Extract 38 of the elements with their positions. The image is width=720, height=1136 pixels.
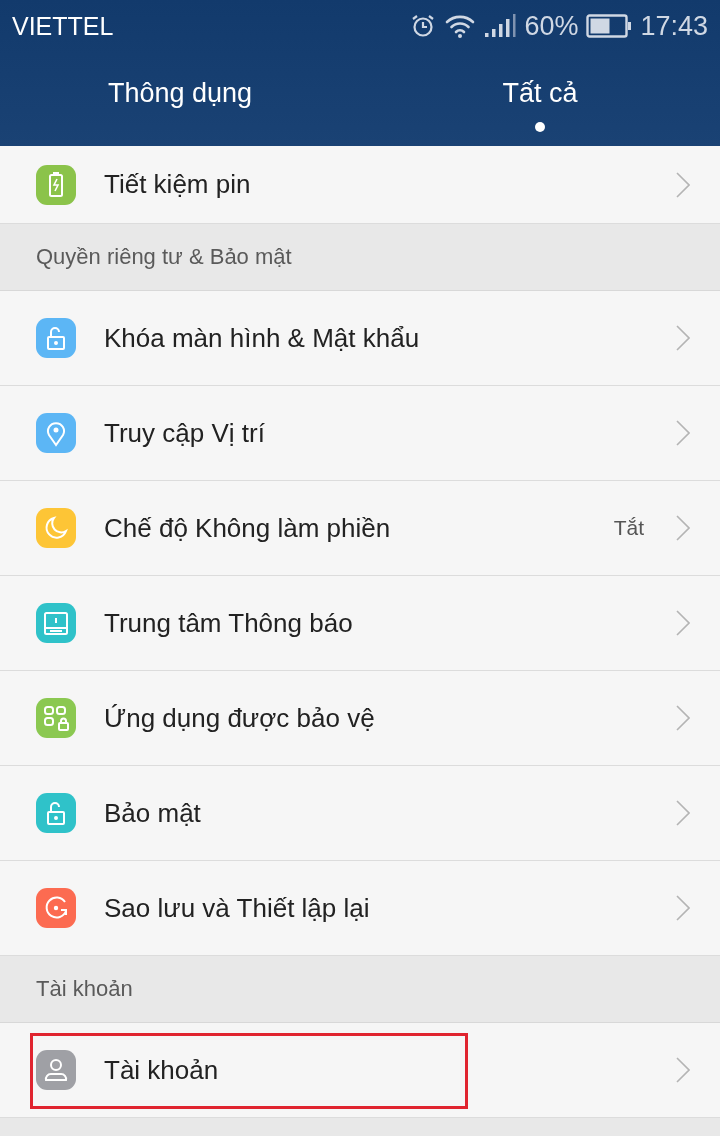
- chevron-icon: [676, 895, 690, 921]
- battery-icon: [586, 14, 633, 38]
- settings-item[interactable]: Sao lưu và Thiết lập lại: [0, 861, 720, 956]
- chevron-icon: [676, 325, 690, 351]
- chevron-icon: [676, 705, 690, 731]
- battery-percent: 60%: [524, 10, 579, 42]
- item-label: Tiết kiệm pin: [104, 169, 252, 200]
- chevron-icon: [676, 800, 690, 826]
- item-label: Trung tâm Thông báo: [104, 607, 354, 639]
- chevron-icon: [676, 610, 690, 636]
- section-header: Quyền riêng tư & Bảo mật: [36, 244, 292, 270]
- settings-item[interactable]: Trung tâm Thông báo: [0, 576, 720, 671]
- chevron-icon: [676, 515, 690, 541]
- wifi-icon: [444, 13, 477, 39]
- item-label: Truy cập Vị trí: [104, 417, 266, 449]
- settings-item[interactable]: Chế độ Không làm phiền Tắt: [0, 481, 720, 576]
- settings-item[interactable]: Khóa màn hình & Mật khẩu: [0, 291, 720, 386]
- item-label: Bảo mật: [104, 797, 202, 829]
- item-label: Ứng dụng được bảo vệ: [104, 702, 376, 734]
- item-value: Tắt: [613, 516, 644, 540]
- signal-icon: [484, 13, 517, 39]
- chevron-icon: [676, 420, 690, 446]
- carrier-name: VIETTEL: [12, 11, 114, 41]
- settings-item[interactable]: Ứng dụng được bảo vệ: [0, 671, 720, 766]
- settings-item[interactable]: Bảo mật: [0, 766, 720, 861]
- tab[interactable]: Thông dụng: [0, 52, 360, 146]
- clock-time: 17:43: [640, 10, 708, 42]
- item-label: Tài khoản: [104, 1054, 220, 1086]
- item-label: Khóa màn hình & Mật khẩu: [104, 322, 421, 354]
- settings-item[interactable]: Tiết kiệm pin: [0, 146, 720, 224]
- chevron-icon: [676, 171, 690, 198]
- tab[interactable]: Tất cả: [360, 52, 720, 146]
- section-header: Tài khoản: [36, 976, 133, 1002]
- settings-item[interactable]: Truy cập Vị trí: [0, 386, 720, 481]
- item-label: Sao lưu và Thiết lập lại: [104, 892, 371, 924]
- item-label: Chế độ Không làm phiền: [104, 512, 392, 544]
- settings-item[interactable]: Tài khoản: [0, 1023, 720, 1118]
- chevron-icon: [676, 1057, 690, 1083]
